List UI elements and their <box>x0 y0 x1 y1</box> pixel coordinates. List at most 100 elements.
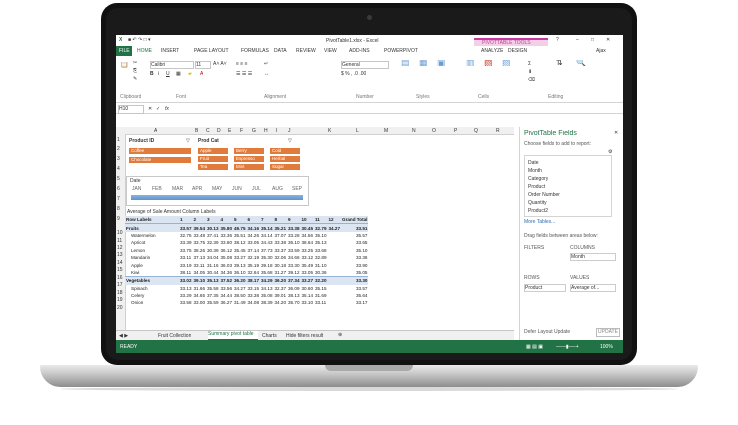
autosum-icon[interactable]: Σ <box>528 61 531 67</box>
timeline-month[interactable]: JUN <box>232 186 242 192</box>
pivot-cell[interactable] <box>328 232 342 239</box>
pivot-cell[interactable]: 35.21 <box>273 223 287 232</box>
pivot-cell[interactable]: 33.68 <box>314 247 328 254</box>
pivot-cell[interactable]: 33.75 <box>179 247 193 254</box>
pivot-cell[interactable]: 33.11 <box>179 254 193 261</box>
pivot-cell[interactable]: 35.68 <box>260 269 274 277</box>
pivot-cell[interactable]: 38.39 <box>260 299 274 306</box>
row-header[interactable]: 9 <box>117 216 120 222</box>
pivot-cell[interactable]: 33.30 <box>341 276 369 285</box>
paste-icon[interactable]: 📋 <box>120 62 129 68</box>
pivot-cell[interactable]: 30.36 <box>314 269 328 277</box>
row-header[interactable]: 15 <box>117 267 123 273</box>
cancel-icon[interactable]: ✕ <box>148 106 152 112</box>
pivot-cell[interactable]: 33.65 <box>341 239 368 246</box>
col-header[interactable]: F <box>240 128 243 134</box>
pivot-cell[interactable]: 36.20 <box>233 276 247 285</box>
pivot-cell[interactable]: 38.11 <box>179 269 193 277</box>
pivot-cell[interactable]: 33.36 <box>220 232 234 239</box>
copy-icon[interactable]: ⎘ <box>133 68 137 74</box>
pivot-cell[interactable]: 37.35 <box>206 292 220 299</box>
slicer-item[interactable]: Chocolate <box>129 157 191 163</box>
pivot-cell[interactable]: 36.27 <box>220 299 234 306</box>
pivot-cell[interactable]: 35.10 <box>341 247 368 254</box>
timeline-month[interactable]: JUL <box>252 186 261 192</box>
pivot-cell[interactable]: 36.12 <box>220 247 234 254</box>
row-header[interactable]: 19 <box>117 297 123 303</box>
pivot-cell[interactable]: 35.14 <box>260 223 274 232</box>
col-header[interactable]: G <box>252 128 256 134</box>
pivot-cell[interactable]: 38.64 <box>301 239 315 246</box>
field-item[interactable]: Category <box>528 176 548 182</box>
pivot-cell[interactable]: 34.27 <box>327 223 341 232</box>
pivot-cell[interactable]: 32.06 <box>274 254 288 261</box>
pivot-cell[interactable]: 33.27 <box>233 254 247 261</box>
row-header[interactable]: 20 <box>117 305 123 311</box>
row-header[interactable]: 13 <box>117 252 123 258</box>
pivot-cell[interactable]: 33.75 <box>193 239 207 246</box>
pivot-cell[interactable]: 33.12 <box>301 254 315 261</box>
pivot-cell[interactable]: 33.56 <box>220 285 234 292</box>
col-header[interactable]: P <box>454 128 457 134</box>
pivot-cell[interactable]: 35.57 <box>341 232 368 239</box>
pivot-cell[interactable]: 33.57 <box>179 223 193 232</box>
row-header[interactable]: 10 <box>117 230 123 236</box>
col-header[interactable]: O <box>432 128 436 134</box>
pivot-cell[interactable]: 31.16 <box>206 261 220 268</box>
field-item[interactable]: Quantity <box>528 200 547 206</box>
pivot-cell[interactable]: 35.45 <box>233 247 247 254</box>
row-header[interactable]: 12 <box>117 245 123 251</box>
pivot-cell[interactable]: 34.56 <box>301 232 315 239</box>
slicer-item[interactable]: Tea <box>198 164 228 170</box>
pivot-cell[interactable]: 33.11 <box>314 299 328 306</box>
pivot-cell[interactable]: 33.38 <box>247 292 261 299</box>
pivot-cell[interactable]: 35.51 <box>233 232 247 239</box>
zoom-level[interactable]: 100% <box>600 344 613 350</box>
col-header[interactable]: B <box>195 128 198 134</box>
update-button[interactable]: UPDATE <box>596 328 620 337</box>
pivot-cell[interactable] <box>328 261 342 268</box>
timeline-month[interactable]: FEB <box>152 186 162 192</box>
pivot-cell[interactable]: 33.15 <box>247 285 261 292</box>
pivot-cell[interactable]: 35.19 <box>247 261 261 268</box>
pivot-cell[interactable]: 37.41 <box>206 232 220 239</box>
user-name[interactable]: Ajax <box>596 48 606 54</box>
pivot-cell[interactable]: 33.36 <box>341 254 368 261</box>
pivot-cell[interactable]: 30.44 <box>206 269 220 277</box>
pivot-cell[interactable]: 33.10 <box>301 299 315 306</box>
row-header[interactable]: 6 <box>117 186 120 192</box>
pivot-cell[interactable] <box>328 269 342 277</box>
columns-value[interactable]: Month <box>570 253 616 261</box>
pivot-cell[interactable]: 35.08 <box>260 292 274 299</box>
pivot-cell[interactable]: 34.43 <box>260 239 274 246</box>
pivot-cell[interactable]: 35.64 <box>341 292 368 299</box>
pivot-cell[interactable]: 33.37 <box>274 247 288 254</box>
pivot-cell[interactable]: 49.75 <box>233 223 247 232</box>
pivot-cell[interactable]: 33.13 <box>179 285 193 292</box>
pivot-cell[interactable]: 30.60 <box>301 285 315 292</box>
pivot-row-label[interactable]: Lemon <box>125 247 179 254</box>
slicer-item[interactable]: Coffee <box>129 148 191 154</box>
pivot-cell[interactable]: 33.29 <box>179 292 193 299</box>
pivot-cell[interactable]: 39.18 <box>260 261 274 268</box>
timeline-month[interactable]: SEP <box>292 186 302 192</box>
pivot-cell[interactable]: 33.19 <box>179 261 193 268</box>
pivot-cell[interactable]: 33.38 <box>287 223 301 232</box>
field-item[interactable]: Order Number <box>528 192 560 198</box>
close-icon[interactable]: ✕ <box>606 37 610 43</box>
tab-file[interactable]: FILE <box>116 46 132 56</box>
pivot-cell[interactable]: 33.27 <box>300 276 314 285</box>
col-header[interactable]: J <box>288 128 291 134</box>
pivot-cell[interactable]: 33.58 <box>179 299 193 306</box>
pivot-cell[interactable]: 32.39 <box>206 239 220 246</box>
pivot-cell[interactable]: 35.59 <box>206 299 220 306</box>
sheet-nav-icon[interactable]: ◀ ▶ <box>119 333 128 339</box>
pivot-cell[interactable]: 35.58 <box>206 285 220 292</box>
pivot-cell[interactable]: 33.30 <box>287 261 301 268</box>
pivot-cell[interactable]: 33.59 <box>287 247 301 254</box>
fx-icon[interactable]: fx <box>165 106 169 112</box>
sheet-tab[interactable]: Charts <box>262 333 277 339</box>
pivot-cell[interactable]: 39.54 <box>192 223 206 232</box>
pivot-cell[interactable]: 33.05 <box>247 239 261 246</box>
pivot-cell[interactable]: 31.27 <box>274 269 288 277</box>
